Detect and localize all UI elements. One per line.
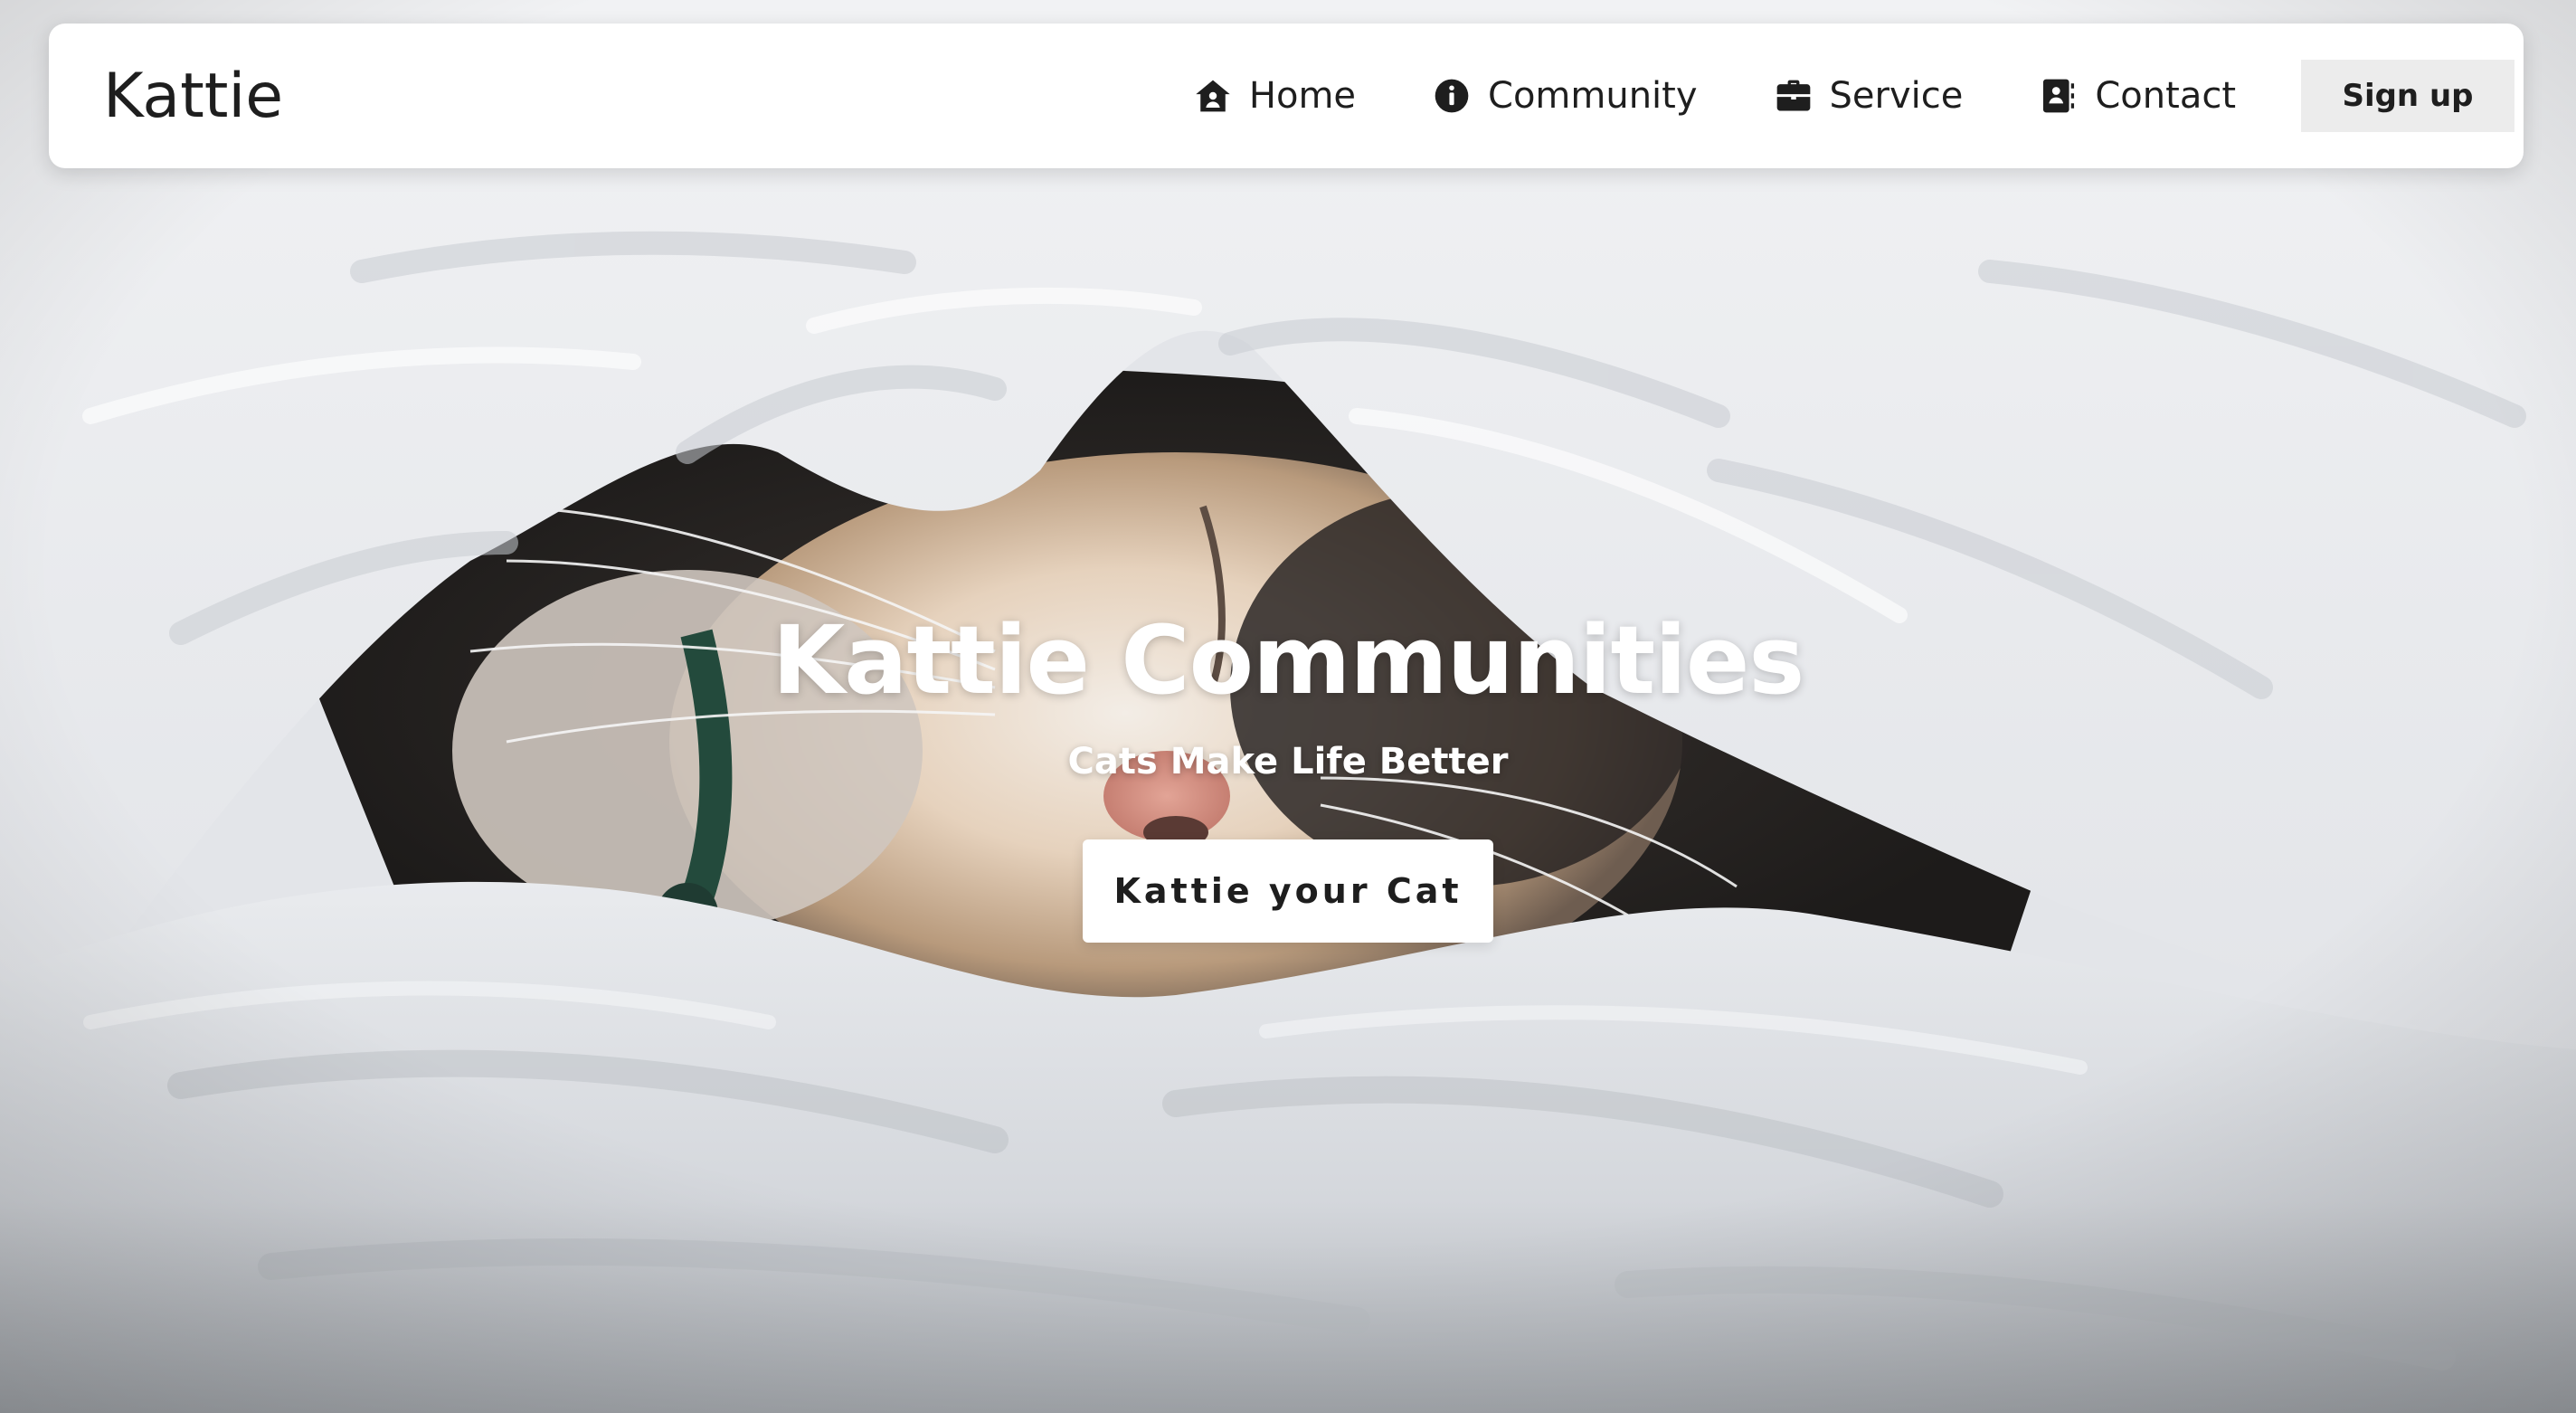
hero-title: Kattie Communities (772, 605, 1805, 716)
hero-section: Kattie Communities Cats Make Life Better… (0, 597, 2576, 943)
briefcase-icon (1774, 76, 1814, 116)
nav-item-label: Service (1829, 75, 1964, 117)
sign-up-button[interactable]: Sign up (2301, 60, 2514, 132)
home-icon (1193, 76, 1233, 116)
landing-page: Kattie Home Community Service Contact Si… (0, 0, 2576, 1413)
nav-links: Home Community Service Contact Sign up (1193, 24, 2514, 168)
nav-item-home[interactable]: Home (1193, 75, 1356, 117)
nav-item-contact[interactable]: Contact (2039, 75, 2236, 117)
brand-logo[interactable]: Kattie (103, 61, 283, 132)
nav-item-community[interactable]: Community (1432, 75, 1698, 117)
nav-item-label: Home (1248, 75, 1357, 117)
nav-item-label: Community (1488, 75, 1698, 117)
info-icon (1432, 76, 1472, 116)
navbar: Kattie Home Community Service Contact Si… (49, 24, 2524, 168)
cta-button[interactable]: Kattie your Cat (1083, 839, 1493, 943)
hero-subtitle: Cats Make Life Better (1067, 741, 1509, 782)
nav-item-label: Contact (2095, 75, 2236, 117)
contact-book-icon (2039, 76, 2079, 116)
nav-item-service[interactable]: Service (1774, 75, 1964, 117)
